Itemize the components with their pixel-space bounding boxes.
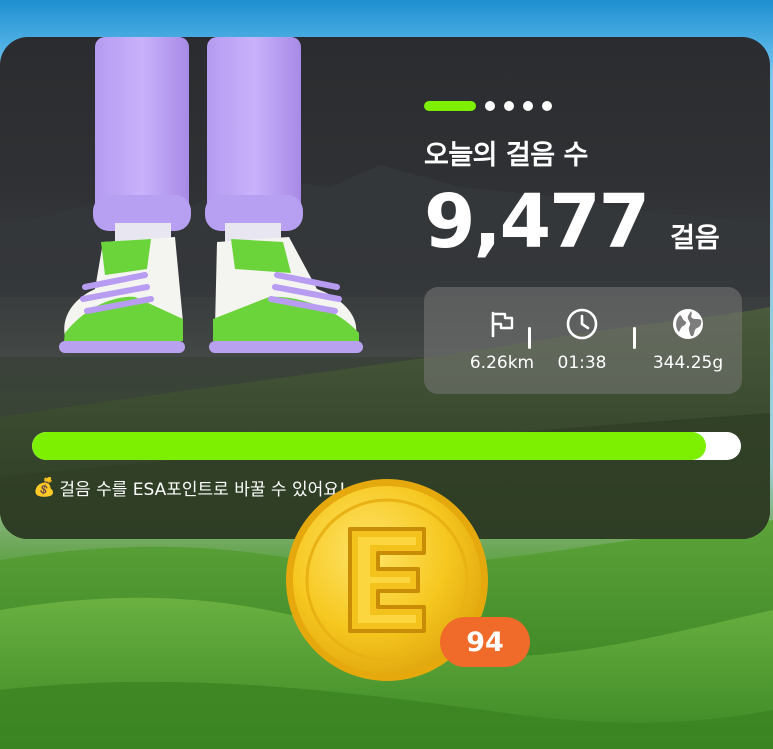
carbon-value: 344.25g xyxy=(652,353,724,373)
stat-divider xyxy=(528,327,531,349)
card-title: 오늘의 걸음 수 xyxy=(424,140,588,171)
step-card[interactable]: 오늘의 걸음 수 9,477 걸음 6.26km 01:38 344.25g 💰… xyxy=(0,37,770,539)
carbon-stat: 344.25g xyxy=(638,307,738,373)
page-indicator-dot[interactable] xyxy=(485,101,495,111)
clock-icon xyxy=(566,308,598,340)
time-stat: 01:38 xyxy=(532,307,632,373)
flag-icon xyxy=(491,311,514,338)
page-indicator-dot[interactable] xyxy=(523,101,533,111)
stat-divider xyxy=(633,327,636,349)
page-indicator-dot[interactable] xyxy=(542,101,552,111)
sneaker-character-illustration xyxy=(59,37,363,353)
step-count: 9,477 걸음 xyxy=(424,185,720,259)
step-progress-bar xyxy=(32,432,741,460)
money-bag-icon: 💰 xyxy=(33,477,56,498)
step-progress-fill xyxy=(32,432,706,460)
coin-letter-e xyxy=(348,527,426,633)
step-count-value: 9,477 xyxy=(424,179,650,265)
step-count-unit: 걸음 xyxy=(670,223,720,254)
stats-panel: 6.26km 01:38 344.25g xyxy=(424,287,742,394)
page-indicator[interactable] xyxy=(424,101,552,111)
page-indicator-active[interactable] xyxy=(424,101,476,111)
globe-icon xyxy=(673,309,703,339)
time-value: 01:38 xyxy=(557,353,607,373)
page-indicator-dot[interactable] xyxy=(504,101,514,111)
coin-count-badge: 94 xyxy=(440,617,530,667)
